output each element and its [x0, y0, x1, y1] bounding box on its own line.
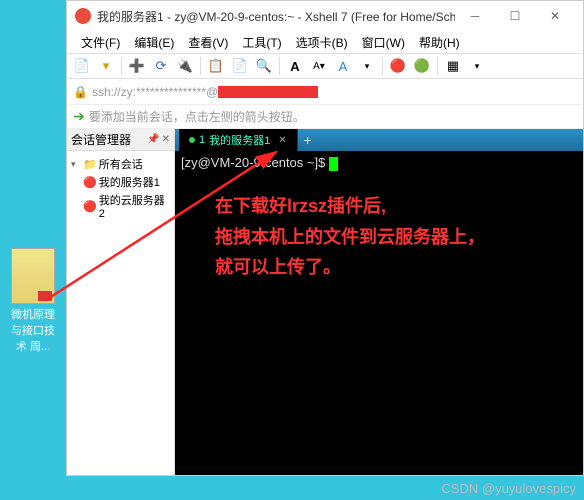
- app-icon: [75, 8, 91, 24]
- add-session-arrow-icon[interactable]: ➔: [73, 108, 85, 125]
- cursor: [329, 157, 338, 171]
- redacted-host: [218, 86, 318, 98]
- menubar: 文件(F) 编辑(E) 查看(V) 工具(T) 选项卡(B) 窗口(W) 帮助(…: [67, 31, 583, 53]
- watermark: CSDN @yuyulovespicy: [441, 481, 576, 496]
- status-dot-icon: [189, 137, 195, 143]
- tree-root[interactable]: ▾ 📁 所有会话: [69, 155, 172, 173]
- font-down-button[interactable]: A▾: [308, 55, 330, 77]
- menu-view[interactable]: 查看(V): [182, 32, 234, 53]
- paste-button[interactable]: 📄: [229, 55, 251, 77]
- layout-down-button[interactable]: ▾: [466, 55, 488, 77]
- xshell-window: 我的服务器1 - zy@VM-20-9-centos:~ - Xshell 7 …: [66, 0, 584, 476]
- window-title: 我的服务器1 - zy@VM-20-9-centos:~ - Xshell 7 …: [97, 8, 455, 25]
- menu-window[interactable]: 窗口(W): [356, 32, 411, 53]
- close-button[interactable]: ✕: [535, 2, 575, 30]
- terminal-panel: 1 我的服务器1 ✕ + [zy@VM-20-9-centos ~]$ 在下载好…: [175, 129, 583, 475]
- font-button[interactable]: A: [284, 55, 306, 77]
- tree-item-server2[interactable]: 🔴 我的云服务器2: [69, 191, 172, 221]
- terminal[interactable]: [zy@VM-20-9-centos ~]$ 在下载好lrzsz插件后, 拖拽本…: [175, 151, 583, 475]
- reconnect-button[interactable]: ⟳: [150, 55, 172, 77]
- tree-item-server1[interactable]: 🔴 我的服务器1: [69, 173, 172, 191]
- connect-button[interactable]: ➕: [126, 55, 148, 77]
- tab-session1[interactable]: 1 我的服务器1 ✕: [179, 129, 298, 151]
- folder-icon: 📁: [83, 158, 97, 171]
- desktop-file-icon[interactable]: 微机原理与接口技术 周...: [6, 248, 60, 354]
- lock-icon: 🔒: [73, 85, 88, 99]
- color-down-button[interactable]: ▾: [356, 55, 378, 77]
- panel-close-icon[interactable]: ✕: [162, 134, 170, 145]
- disconnect-button[interactable]: 🔌: [174, 55, 196, 77]
- toolbar: 📄 ▾ ➕ ⟳ 🔌 📋 📄 🔍 A A▾ A ▾ 🔴 🟢 ▦ ▾: [67, 53, 583, 79]
- menu-help[interactable]: 帮助(H): [413, 32, 466, 53]
- find-button[interactable]: 🔍: [253, 55, 275, 77]
- tab-bar: 1 我的服务器1 ✕ +: [175, 129, 583, 151]
- annotation-text: 在下载好lrzsz插件后, 拖拽本机上的文件到云服务器上， 就可以上传了。: [215, 191, 485, 283]
- session-icon: 🔴: [83, 176, 97, 189]
- hint-text: 要添加当前会话，点击左侧的箭头按钮。: [89, 108, 305, 125]
- maximize-button[interactable]: ☐: [495, 2, 535, 30]
- session-tree: ▾ 📁 所有会话 🔴 我的服务器1 🔴 我的云服务器2: [67, 151, 174, 225]
- main-area: 会话管理器 📌 ✕ ▾ 📁 所有会话 🔴 我的服务器1 🔴: [67, 129, 583, 475]
- menu-file[interactable]: 文件(F): [75, 32, 126, 53]
- new-session-button[interactable]: 📄: [71, 55, 93, 77]
- menu-tab[interactable]: 选项卡(B): [290, 32, 354, 53]
- address-bar[interactable]: 🔒 ssh://zy:***************@: [67, 79, 583, 105]
- session-manager-header: 会话管理器 📌 ✕: [67, 129, 174, 151]
- minimize-button[interactable]: ─: [455, 2, 495, 30]
- session-icon: 🔴: [83, 200, 97, 213]
- pin-icon[interactable]: 📌: [147, 134, 159, 145]
- menu-edit[interactable]: 编辑(E): [128, 32, 180, 53]
- tab-add-button[interactable]: +: [298, 129, 318, 151]
- xagent-button[interactable]: 🔴: [387, 55, 409, 77]
- tab-close-icon[interactable]: ✕: [278, 135, 286, 146]
- titlebar: 我的服务器1 - zy@VM-20-9-centos:~ - Xshell 7 …: [67, 1, 583, 31]
- address-text: ssh://zy:***************@: [92, 85, 318, 99]
- file-thumbnail: [11, 248, 55, 304]
- file-label: 微机原理与接口技术 周...: [6, 306, 60, 354]
- tree-collapse-icon[interactable]: ▾: [71, 159, 81, 170]
- xftp-button[interactable]: 🟢: [411, 55, 433, 77]
- session-manager-title: 会话管理器: [71, 131, 131, 148]
- copy-button[interactable]: 📋: [205, 55, 227, 77]
- shell-prompt: [zy@VM-20-9-centos ~]$: [181, 155, 329, 170]
- open-button[interactable]: ▾: [95, 55, 117, 77]
- hint-bar: ➔ 要添加当前会话，点击左侧的箭头按钮。: [67, 105, 583, 129]
- layout-button[interactable]: ▦: [442, 55, 464, 77]
- color-button[interactable]: A: [332, 55, 354, 77]
- menu-tools[interactable]: 工具(T): [236, 32, 287, 53]
- session-manager-panel: 会话管理器 📌 ✕ ▾ 📁 所有会话 🔴 我的服务器1 🔴: [67, 129, 175, 475]
